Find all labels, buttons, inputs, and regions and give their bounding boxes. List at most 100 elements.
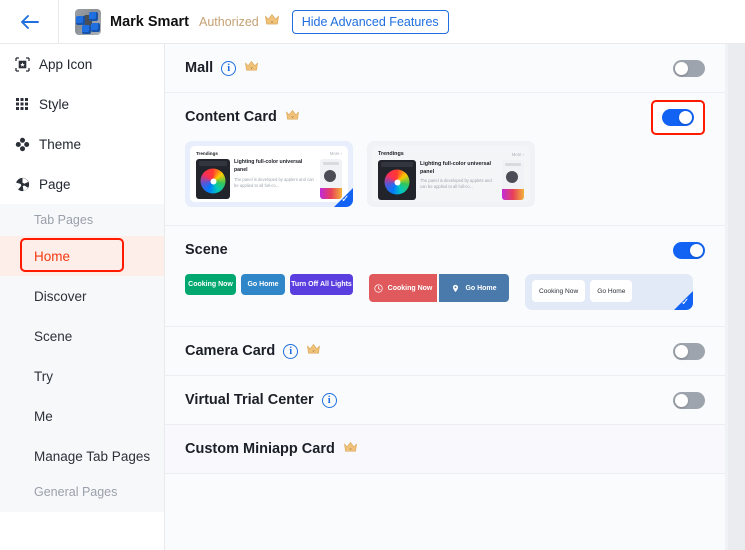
section-title: Camera Card — [185, 343, 276, 359]
section-title: Content Card — [185, 109, 277, 125]
content-card-toggle[interactable] — [662, 108, 694, 126]
section-header: Scene — [185, 226, 705, 274]
sidebar-item-page[interactable]: Page — [0, 164, 164, 204]
preview-item-title: Lighting full-color universal panel — [234, 159, 303, 173]
page-pinwheel-icon — [14, 176, 30, 192]
preview-heading: Trendings — [196, 151, 218, 156]
scene-button: Go Home — [241, 274, 285, 295]
section-title: Mall — [185, 60, 214, 76]
sidebar-item-label: Theme — [39, 136, 82, 152]
preview-card: Trendings More › Lighting full-color uni… — [190, 146, 348, 202]
avatar — [75, 8, 101, 35]
preview-thumbnail — [196, 159, 230, 199]
preview-side-thumbnail — [502, 160, 524, 200]
grid-dots-icon — [14, 96, 30, 112]
content-card-preview-option[interactable]: Trendings More › Lighting full-color uni… — [185, 141, 353, 207]
sidebar-item-scene[interactable]: Scene — [0, 316, 164, 356]
section-mall: Mall i v — [165, 44, 725, 93]
clover-icon — [14, 136, 30, 152]
crown-icon: v — [264, 13, 280, 31]
content-card-toggle-highlight — [651, 99, 705, 135]
sidebar-item-label: App Icon — [39, 56, 93, 72]
section-scene: Scene Cooking Now Go Home Turn Off All L… — [165, 226, 725, 327]
scene-button: Cooking Now — [369, 274, 437, 302]
hide-advanced-features-button[interactable]: Hide Advanced Features — [291, 9, 449, 34]
tab-pages-group: Tab Pages Home Discover Scene Try Me Man… — [0, 204, 164, 512]
scene-button: Go Home — [439, 274, 509, 302]
scene-button: Turn Off All Lights — [290, 274, 353, 295]
settings-panel: Mall i v Content Card v Trendings More ›… — [165, 44, 725, 550]
mall-toggle[interactable] — [673, 59, 705, 77]
body-area: App Icon Style Theme Page Tab Pages Home… — [0, 44, 745, 550]
sidebar-item-discover[interactable]: Discover — [0, 276, 164, 316]
back-button[interactable] — [14, 7, 44, 37]
sidebar-item-label: Manage Tab Pages — [34, 448, 151, 464]
section-header: Virtual Trial Center i — [185, 376, 705, 424]
sidebar-item-manage-tab-pages[interactable]: Manage Tab Pages — [0, 436, 164, 476]
svg-text:v: v — [291, 115, 293, 119]
page-title: Mark Smart — [110, 13, 189, 30]
info-icon[interactable]: i — [321, 392, 337, 408]
preview-more-link: More › — [511, 151, 524, 157]
authorized-status: Authorized — [198, 14, 259, 29]
info-icon[interactable]: i — [283, 343, 299, 359]
scene-button: Cooking Now — [185, 274, 236, 295]
preview-card: Trendings More › Lighting full-color uni… — [372, 146, 530, 202]
selected-check-icon: ✓ — [334, 188, 353, 207]
virtual-trial-center-toggle[interactable] — [673, 391, 705, 409]
header-divider — [58, 0, 59, 44]
preview-text: Lighting full-color universal panel The … — [420, 160, 498, 200]
section-content-card: Content Card v Trendings More › Lighting… — [165, 93, 725, 226]
scene-style-option-3[interactable]: Cooking Now Go Home ✓ — [525, 274, 693, 310]
sidebar-item-style[interactable]: Style — [0, 84, 164, 124]
sidebar-item-theme[interactable]: Theme — [0, 124, 164, 164]
info-icon[interactable]: i — [221, 60, 237, 76]
top-header: Mark Smart Authorized v Hide Advanced Fe… — [0, 0, 745, 44]
scene-style-options: Cooking Now Go Home Turn Off All Lights … — [185, 274, 705, 326]
svg-text:v: v — [271, 19, 273, 24]
scene-style-option-1[interactable]: Cooking Now Go Home Turn Off All Lights — [185, 274, 353, 295]
sidebar-item-label: Me — [34, 408, 53, 424]
preview-heading: Trendings — [378, 151, 404, 157]
preview-text: Lighting full-color universal panel The … — [234, 159, 316, 199]
section-custom-miniapp-card: Custom Miniapp Card v — [165, 425, 725, 474]
color-wheel-icon — [200, 168, 226, 194]
scene-button: Cooking Now — [532, 280, 586, 302]
arrow-left-icon — [20, 14, 39, 29]
scene-toggle[interactable] — [673, 241, 705, 259]
preview-item-desc: The panel is developed by applets and ca… — [420, 178, 492, 190]
right-gutter — [728, 44, 745, 550]
sidebar-item-try[interactable]: Try — [0, 356, 164, 396]
scene-button-label: Cooking Now — [387, 284, 433, 292]
sidebar: App Icon Style Theme Page Tab Pages Home… — [0, 44, 165, 550]
svg-text:v: v — [313, 349, 315, 353]
section-camera-card: Camera Card i v — [165, 327, 725, 376]
sidebar-item-label: Scene — [34, 328, 73, 344]
scene-style-option-2[interactable]: Cooking Now Go Home — [369, 274, 509, 302]
crown-icon: v — [244, 59, 259, 77]
section-header: Mall i v — [185, 44, 705, 92]
preview-card-body: Lighting full-color universal panel The … — [196, 159, 342, 199]
sidebar-item-home[interactable]: Home — [0, 236, 164, 276]
sidebar-item-label: Page — [39, 176, 71, 192]
section-virtual-trial-center: Virtual Trial Center i — [165, 376, 725, 425]
svg-text:v: v — [251, 66, 253, 70]
section-header: Content Card v — [185, 93, 705, 141]
sidebar-item-me[interactable]: Me — [0, 396, 164, 436]
content-card-previews: Trendings More › Lighting full-color uni… — [185, 141, 705, 225]
sidebar-item-app-icon[interactable]: App Icon — [0, 44, 164, 84]
app-root: Mark Smart Authorized v Hide Advanced Fe… — [0, 0, 745, 550]
sidebar-item-label: Style — [39, 96, 70, 112]
preview-item-desc: The panel is developed by applers and ca… — [234, 176, 314, 188]
scene-button: Go Home — [590, 280, 633, 302]
crown-icon: v — [343, 440, 358, 458]
clock-icon — [374, 283, 383, 293]
content-card-preview-option[interactable]: Trendings More › Lighting full-color uni… — [367, 141, 535, 207]
section-title: Scene — [185, 242, 228, 258]
sidebar-item-label: Home — [34, 248, 71, 264]
camera-card-toggle[interactable] — [673, 342, 705, 360]
avatar-cube — [76, 15, 85, 25]
avatar-cube — [82, 24, 91, 34]
preview-thumbnail — [378, 160, 416, 200]
sidebar-item-label: Try — [34, 368, 53, 384]
